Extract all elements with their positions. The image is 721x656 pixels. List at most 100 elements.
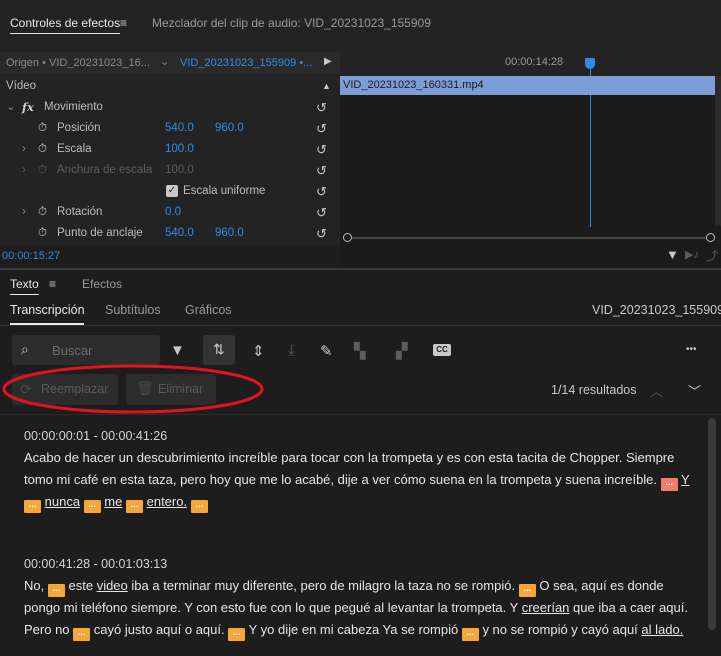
pause-marker[interactable]: ... <box>518 584 536 597</box>
speaker-right-icon[interactable]: ▞ <box>396 342 408 360</box>
reset-icon[interactable]: ↺ <box>316 139 327 160</box>
position-x-value[interactable]: 540.0 <box>165 118 194 139</box>
position-y-value[interactable]: 960.0 <box>215 118 244 139</box>
reset-icon[interactable]: ↺ <box>316 223 327 244</box>
scroll-handle-right[interactable] <box>706 233 715 242</box>
tab-text[interactable]: Texto <box>10 277 39 295</box>
tab-effect-controls-label: Controles de efectos <box>10 16 121 34</box>
current-timecode[interactable]: 00:00:15:27 <box>2 250 60 262</box>
anchor-y-value[interactable]: 960.0 <box>215 223 244 244</box>
results-count: 1/14 resultados <box>551 383 637 397</box>
sort-arrows-icon: ⇅ <box>213 341 225 357</box>
stopwatch-icon[interactable]: ⏱ <box>38 118 47 139</box>
play-triangle-icon[interactable]: ▶ <box>324 56 332 67</box>
pencil-icon[interactable]: ✎ <box>320 342 333 360</box>
transcript-word[interactable]: Y <box>681 472 689 487</box>
transcript-segment[interactable]: Acabo de hacer un descubrimiento increíb… <box>24 447 700 513</box>
collapse-up-icon[interactable]: ▲ <box>322 76 331 97</box>
scale-width-value: 100.0 <box>165 164 194 176</box>
pause-marker[interactable]: ... <box>125 499 143 513</box>
segment-timecode[interactable]: 00:00:41:28 - 00:01:03:13 <box>24 557 167 571</box>
pause-marker[interactable]: ... <box>24 499 41 513</box>
transcript-word[interactable]: al lado. <box>641 622 683 637</box>
expand-chevron-icon[interactable]: › <box>22 139 26 160</box>
panel-menu-icon[interactable]: ≡ <box>49 277 56 291</box>
export-icon[interactable]: ⤴ <box>706 247 718 264</box>
pause-marker[interactable]: ... <box>461 627 479 641</box>
stopwatch-icon[interactable]: ⏱ <box>38 223 47 244</box>
playhead-icon[interactable] <box>585 58 595 69</box>
fx-icon: fx <box>22 100 34 114</box>
scale-width-row: › ⏱ Anchura de escala 100.0 ↺ <box>0 160 340 181</box>
uniform-scale-checkbox[interactable]: ✓ <box>166 185 178 197</box>
expand-vertical-icon[interactable]: ⇕ <box>252 342 265 360</box>
scale-row: › ⏱ Escala 100.0 ↺ <box>0 139 340 160</box>
panel-menu-icon[interactable]: ≡ <box>120 16 127 30</box>
tab-effects[interactable]: Efectos <box>82 277 122 291</box>
reset-icon[interactable]: ↺ <box>316 97 327 118</box>
stopwatch-icon[interactable]: ⏱ <box>38 202 47 223</box>
reset-icon[interactable]: ↺ <box>316 202 327 223</box>
pause-marker[interactable]: ... <box>190 499 208 513</box>
scroll-handle-left[interactable] <box>343 233 352 242</box>
search-placeholder: Buscar <box>52 343 93 358</box>
rotation-row: › ⏱ Rotación 0.0 ↺ <box>0 202 340 223</box>
pause-marker[interactable]: ... <box>228 627 246 641</box>
transcript-word[interactable]: entero. <box>147 494 187 509</box>
more-options-icon[interactable]: ••• <box>686 344 697 355</box>
vertical-scrollbar[interactable] <box>715 76 721 226</box>
stopwatch-icon[interactable]: ⏱ <box>38 139 47 160</box>
tab-audio-mixer[interactable]: Mezclador del clip de audio: VID_2023102… <box>152 16 431 30</box>
transcript-word[interactable]: me <box>104 494 122 509</box>
pause-marker[interactable]: ... <box>73 627 91 641</box>
search-input[interactable]: ⌕ Buscar <box>12 335 160 365</box>
play-audio-icon[interactable]: ▶♪ <box>685 248 699 261</box>
filter-icon[interactable]: ▼ <box>170 342 185 359</box>
transcript-segment[interactable]: No, ... este video iba a terminar muy di… <box>24 575 700 641</box>
closed-captions-icon[interactable]: CC <box>433 344 451 356</box>
chevron-up-icon[interactable]: ︿ <box>650 381 663 400</box>
pause-marker[interactable]: ... <box>83 499 101 513</box>
scale-value[interactable]: 100.0 <box>165 139 194 160</box>
horizontal-scrollbar[interactable] <box>352 237 707 239</box>
source-tab[interactable]: Origen • VID_20231023_16... <box>6 57 150 69</box>
transcript-word[interactable]: video <box>97 578 128 593</box>
tab-graphics[interactable]: Gráficos <box>185 303 232 317</box>
mini-timeline: 00:00:14:28 VID_20231023_160331.mp4 ▼ ▶♪… <box>340 52 721 270</box>
tab-subtitles[interactable]: Subtítulos <box>105 303 161 317</box>
search-icon: ⌕ <box>21 341 29 357</box>
chevron-down-icon[interactable]: ﹀ <box>688 381 701 400</box>
tab-effect-controls[interactable]: Controles de efectos <box>10 16 121 34</box>
reset-icon[interactable]: ↺ <box>316 118 327 139</box>
case-match-button[interactable]: ⇅ <box>203 335 235 365</box>
anchor-x-value[interactable]: 540.0 <box>165 223 194 244</box>
source-sequence-bar: Origen • VID_20231023_16... ⌄ VID_202310… <box>0 52 340 74</box>
clip-bar[interactable]: VID_20231023_160331.mp4 <box>340 76 715 95</box>
segment-timecode[interactable]: 00:00:00:01 - 00:00:41:26 <box>24 429 167 443</box>
scale-label: Escala <box>57 143 92 155</box>
transcript-scrollbar[interactable] <box>708 418 716 630</box>
stopwatch-icon: ⏱ <box>38 164 47 176</box>
tab-transcription[interactable]: Transcripción <box>10 303 85 317</box>
expand-chevron-icon[interactable]: ⌄ <box>6 97 16 118</box>
transcript-subtabs: Transcripción Subtítulos Gráficos VID_20… <box>0 300 721 325</box>
uniform-scale-row: ✓ Escala uniforme ↺ <box>0 181 340 202</box>
segment-text: Y yo dije en mi cabeza Ya se rompió <box>248 621 459 637</box>
movimiento-label: Movimiento <box>44 101 103 113</box>
sequence-tab[interactable]: VID_20231023_155909 •... <box>180 57 312 69</box>
pause-marker[interactable]: ... <box>47 584 65 597</box>
collapse-vertical-icon[interactable]: ⤓ <box>288 342 295 359</box>
time-ruler[interactable]: 00:00:14:28 <box>340 52 721 76</box>
segment-text: este <box>68 578 94 593</box>
chevron-down-icon[interactable]: ⌄ <box>160 55 169 68</box>
speaker-left-icon[interactable]: ▚ <box>354 342 366 360</box>
pause-marker[interactable]: ... <box>660 477 678 491</box>
segment-text: No, <box>24 578 45 593</box>
expand-chevron-icon[interactable]: › <box>22 202 26 223</box>
rotation-label: Rotación <box>57 206 103 218</box>
rotation-value[interactable]: 0.0 <box>165 202 181 223</box>
transcript-word[interactable]: creerían <box>522 600 570 615</box>
filter-icon[interactable]: ▼ <box>666 247 679 262</box>
reset-icon[interactable]: ↺ <box>316 181 327 202</box>
transcript-word[interactable]: nunca <box>45 494 80 509</box>
